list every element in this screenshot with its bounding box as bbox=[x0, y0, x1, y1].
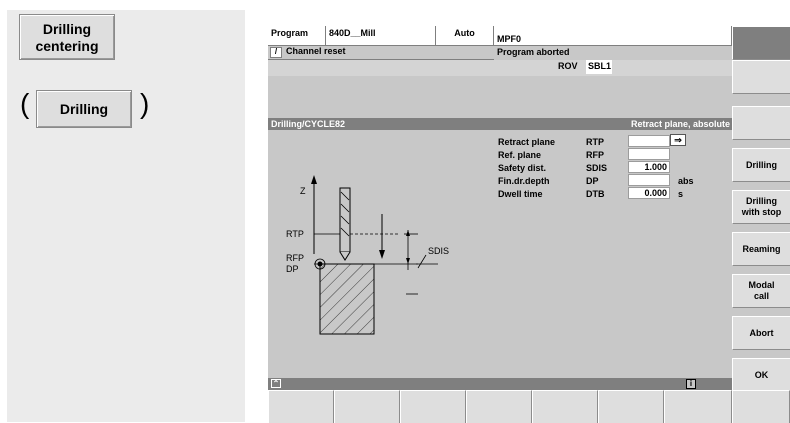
horizontal-softkey-1[interactable] bbox=[268, 390, 334, 423]
modal-call-softkey[interactable]: Modal call bbox=[732, 274, 790, 308]
param-code: DTB bbox=[586, 189, 605, 199]
horizontal-softkey-5[interactable] bbox=[532, 390, 598, 423]
channel-status: Channel reset bbox=[286, 46, 346, 56]
drilling-with-stop-softkey[interactable]: Drilling with stop bbox=[732, 190, 790, 224]
drilling-centering-softkey[interactable]: Drilling centering bbox=[19, 14, 115, 60]
reaming-softkey[interactable]: Reaming bbox=[732, 232, 790, 266]
close-paren: ) bbox=[140, 88, 150, 119]
channel-status-row: / Channel reset bbox=[268, 46, 494, 60]
workpiece bbox=[319, 263, 375, 335]
flag-row bbox=[268, 60, 732, 76]
reset-icon: / bbox=[270, 47, 282, 58]
info-icon[interactable]: i bbox=[686, 379, 696, 389]
softkey-legend-panel bbox=[7, 10, 245, 422]
abort-softkey[interactable]: Abort bbox=[732, 316, 790, 350]
open-paren: ( bbox=[20, 88, 30, 119]
retract-plane-field[interactable] bbox=[628, 135, 670, 147]
drilling-softkey-vertical[interactable]: Drilling bbox=[732, 148, 790, 182]
param-label: Dwell time bbox=[498, 189, 543, 199]
ok-softkey[interactable]: OK bbox=[732, 358, 790, 392]
horizontal-softkey-4[interactable] bbox=[466, 390, 532, 423]
vertical-softkey-2[interactable] bbox=[732, 60, 790, 94]
z-axis-label: Z bbox=[300, 186, 306, 196]
param-label: Ref. plane bbox=[498, 150, 542, 160]
param-label: Fin.dr.depth bbox=[498, 176, 550, 186]
param-label: Safety dist. bbox=[498, 163, 547, 173]
horizontal-softkey-3[interactable] bbox=[400, 390, 466, 423]
rov-flag: ROV bbox=[558, 61, 578, 71]
rfp-label: RFP bbox=[286, 253, 304, 263]
param-code: SDIS bbox=[586, 163, 608, 173]
horizontal-softkey-7[interactable] bbox=[664, 390, 732, 423]
horizontal-softkey-2[interactable] bbox=[334, 390, 400, 423]
final-depth-field[interactable] bbox=[628, 174, 670, 186]
sbl-flag: SBL1 bbox=[586, 60, 612, 74]
dwell-time-field[interactable]: 0.000 bbox=[628, 187, 670, 199]
field-hint: Retract plane, absolute bbox=[630, 119, 730, 129]
file-name: MPF0 bbox=[494, 26, 732, 46]
vertical-softkey-1[interactable] bbox=[732, 26, 790, 60]
mode-indicator: Auto bbox=[436, 26, 494, 46]
toggle-icon[interactable]: ⇒ bbox=[670, 134, 686, 146]
rtp-label: RTP bbox=[286, 229, 304, 239]
param-code: RFP bbox=[586, 150, 604, 160]
param-code: DP bbox=[586, 176, 599, 186]
recall-icon[interactable]: ⌃ bbox=[271, 379, 281, 388]
drilling-diagram: Z RTP RFP DP SDIS bbox=[286, 175, 449, 335]
horizontal-softkey-8[interactable] bbox=[732, 390, 790, 423]
program-status: Program aborted bbox=[497, 47, 570, 57]
dp-label: DP bbox=[286, 264, 299, 274]
param-code: RTP bbox=[586, 137, 604, 147]
vertical-softkey-3[interactable] bbox=[732, 106, 790, 140]
z-axis-arrow bbox=[311, 175, 317, 184]
drilling-softkey[interactable]: Drilling bbox=[36, 90, 132, 128]
param-label: Retract plane bbox=[498, 137, 556, 147]
safety-dist-field[interactable]: 1.000 bbox=[628, 161, 670, 173]
program-label: Program bbox=[268, 26, 326, 46]
control-screen: Program 840D__Mill Auto MPF0 / Channel re… bbox=[268, 26, 790, 423]
program-name: 840D__Mill bbox=[326, 26, 436, 46]
dialog-title: Drilling/CYCLE82 bbox=[271, 119, 346, 129]
dialog-title-bar: Drilling/CYCLE82 Retract plane, absolute bbox=[268, 118, 732, 130]
sdis-label: SDIS bbox=[428, 246, 449, 256]
status-strip bbox=[268, 378, 732, 390]
horizontal-softkey-6[interactable] bbox=[598, 390, 664, 423]
ref-plane-field[interactable] bbox=[628, 148, 670, 160]
param-unit: s bbox=[678, 189, 684, 199]
param-unit: abs bbox=[678, 176, 694, 186]
